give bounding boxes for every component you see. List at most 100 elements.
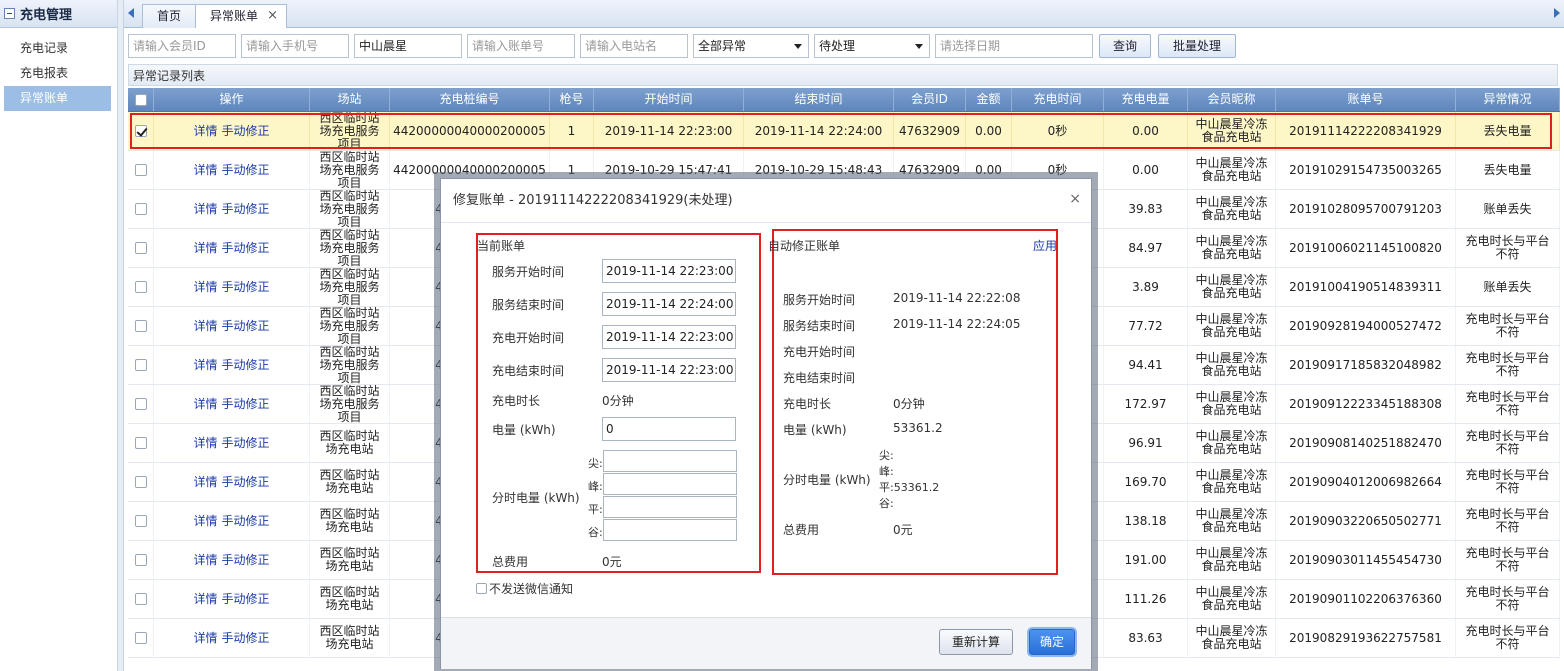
tou-valley-input[interactable] (603, 519, 737, 541)
sidebar-item-charge-records[interactable]: 充电记录 (0, 36, 117, 61)
tou-peak-input[interactable] (603, 473, 737, 495)
row-select-cell[interactable] (128, 346, 154, 384)
row-select-cell[interactable] (128, 229, 154, 267)
detail-link[interactable]: 详情 (193, 163, 217, 177)
tab-home[interactable]: 首页 (142, 4, 197, 28)
manual-fix-link[interactable]: 手动修正 (222, 514, 270, 528)
row-checkbox[interactable] (134, 359, 147, 371)
row-checkbox[interactable] (134, 164, 147, 176)
service-end-input[interactable]: 2019-11-14 22:24:00 (602, 292, 736, 316)
manual-fix-link[interactable]: 手动修正 (222, 202, 270, 216)
sidebar-item-abnormal-bills[interactable]: 异常账单 (4, 86, 111, 111)
charge-start-input[interactable]: 2019-11-14 22:23:00 (602, 325, 736, 349)
tou-sharp-input[interactable] (603, 450, 737, 472)
tab-scroll-left-icon[interactable] (128, 8, 134, 18)
confirm-button[interactable]: 确定 (1029, 629, 1075, 655)
detail-link[interactable]: 详情 (193, 319, 217, 333)
row-checkbox[interactable] (134, 242, 147, 254)
select-all-checkbox[interactable] (134, 93, 147, 106)
detail-link[interactable]: 详情 (193, 397, 217, 411)
row-select-cell[interactable] (128, 502, 154, 540)
charge-end-input[interactable]: 2019-11-14 22:23:00 (602, 358, 736, 382)
row-checkbox[interactable] (134, 632, 147, 644)
row-select-cell[interactable] (128, 151, 154, 189)
header-select-all[interactable] (128, 88, 154, 111)
batch-process-button[interactable]: 批量处理 (1158, 34, 1236, 58)
station-input[interactable]: 请输入电站名 (580, 34, 688, 58)
apply-link[interactable]: 应用 (1033, 237, 1057, 254)
row-select-cell[interactable] (128, 580, 154, 618)
manual-fix-link[interactable]: 手动修正 (222, 592, 270, 606)
row-select-cell[interactable] (128, 268, 154, 306)
detail-link[interactable]: 详情 (193, 241, 217, 255)
sidebar-item-charge-report[interactable]: 充电报表 (0, 61, 117, 86)
row-checkbox[interactable] (134, 593, 147, 605)
detail-link[interactable]: 详情 (193, 631, 217, 645)
anomaly-type-select[interactable]: 全部异常 (693, 34, 809, 58)
dialog-title: 修复账单 - 20191114222208341929(未处理) (441, 179, 1091, 223)
manual-fix-link[interactable]: 手动修正 (222, 163, 270, 177)
bill-no-input[interactable]: 请输入账单号 (467, 34, 575, 58)
row-checkbox[interactable] (134, 554, 147, 566)
tab-abnormal-bills[interactable]: 异常账单 × (195, 4, 288, 28)
manual-fix-link[interactable]: 手动修正 (222, 475, 270, 489)
row-checkbox[interactable] (134, 203, 147, 215)
detail-link[interactable]: 详情 (193, 202, 217, 216)
close-icon[interactable]: × (1069, 191, 1081, 207)
label: 充电开始时间 (783, 345, 856, 359)
detail-link[interactable]: 详情 (193, 280, 217, 294)
row-checkbox[interactable] (134, 515, 147, 527)
no-wechat-checkbox[interactable] (476, 583, 487, 594)
row-select-cell[interactable] (128, 307, 154, 345)
row-checkbox[interactable] (134, 281, 147, 293)
row-select-cell[interactable] (128, 541, 154, 579)
collapse-icon[interactable] (4, 8, 15, 19)
row-checkbox[interactable] (134, 320, 147, 332)
detail-link[interactable]: 详情 (193, 124, 217, 138)
date-picker-input[interactable]: 请选择日期 (935, 34, 1093, 58)
manual-fix-link[interactable]: 手动修正 (222, 553, 270, 567)
member-id-input[interactable]: 请输入会员ID (128, 34, 236, 58)
detail-link[interactable]: 详情 (193, 358, 217, 372)
manual-fix-link[interactable]: 手动修正 (222, 241, 270, 255)
tou-flat-input[interactable] (603, 496, 737, 518)
energy-input[interactable]: 0 (602, 417, 736, 441)
manual-fix-link[interactable]: 手动修正 (222, 319, 270, 333)
detail-link[interactable]: 详情 (193, 475, 217, 489)
manual-fix-link[interactable]: 手动修正 (222, 358, 270, 372)
detail-link[interactable]: 详情 (193, 436, 217, 450)
tab-close-icon[interactable]: × (267, 5, 278, 27)
sidebar-header[interactable]: 充电管理 (0, 0, 117, 28)
manual-fix-link[interactable]: 手动修正 (222, 124, 270, 138)
manual-fix-link[interactable]: 手动修正 (222, 436, 270, 450)
row-select-cell[interactable] (128, 463, 154, 501)
recalculate-button[interactable]: 重新计算 (939, 629, 1013, 655)
manual-fix-link[interactable]: 手动修正 (222, 631, 270, 645)
table-row[interactable]: 详情 手动修正 西区临时站场充电服务项目 44200000040000200005 1 2… (128, 112, 1560, 151)
station-cell: 西区临时站场充电服务项目 (310, 268, 390, 306)
row-checkbox[interactable] (134, 398, 147, 410)
manual-fix-link[interactable]: 手动修正 (222, 397, 270, 411)
list-title: 异常记录列表 (128, 64, 1558, 86)
no-wechat-option[interactable]: 不发送微信通知 (476, 580, 573, 597)
detail-link[interactable]: 详情 (193, 553, 217, 567)
row-select-cell[interactable] (128, 385, 154, 423)
manual-fix-link[interactable]: 手动修正 (222, 280, 270, 294)
phone-input[interactable]: 请输入手机号 (241, 34, 349, 58)
auto-service-end: 2019-11-14 22:24:05 (893, 317, 1021, 331)
tab-scroll-right-icon[interactable] (1554, 8, 1560, 18)
service-start-input[interactable]: 2019-11-14 22:23:00 (602, 259, 736, 283)
row-select-cell[interactable] (128, 424, 154, 462)
row-select-cell[interactable] (128, 619, 154, 657)
row-checkbox[interactable] (134, 437, 147, 449)
status-select[interactable]: 待处理 (814, 34, 930, 58)
detail-link[interactable]: 详情 (193, 514, 217, 528)
query-button[interactable]: 查询 (1099, 34, 1151, 58)
nickname-cell: 中山晨星冷冻食品充电站 (1188, 502, 1276, 540)
row-select-cell[interactable] (128, 112, 154, 150)
row-checkbox[interactable] (134, 125, 147, 137)
company-input[interactable]: 中山晨星 (354, 34, 462, 58)
row-checkbox[interactable] (134, 476, 147, 488)
detail-link[interactable]: 详情 (193, 592, 217, 606)
row-select-cell[interactable] (128, 190, 154, 228)
